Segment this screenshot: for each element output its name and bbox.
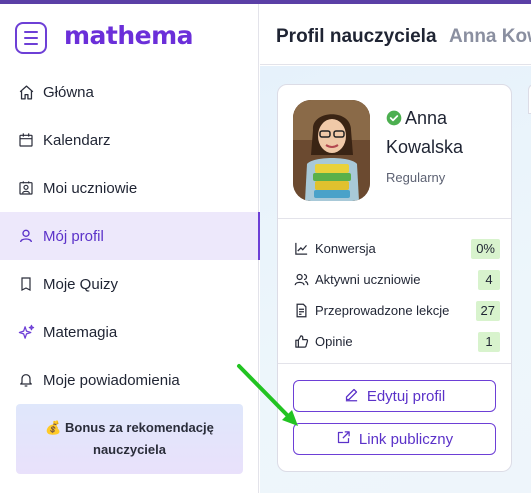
teacher-last-name: Kowalska (386, 137, 464, 157)
divider (278, 363, 511, 364)
sidebar-item-label: Główna (43, 83, 94, 101)
user-icon (17, 227, 35, 245)
sidebar-item-moj-profil[interactable]: Mój profil (0, 212, 260, 260)
page-subtitle: Anna Kowalska (449, 26, 531, 47)
chart-icon (293, 241, 309, 257)
sidebar-item-moje-quizy[interactable]: Moje Quizy (0, 260, 259, 308)
stat-value: 4 (478, 269, 500, 290)
sidebar: mathema Główna Kalendarz Moi uczniowie M… (0, 4, 260, 493)
stat-aktywni-uczniowie: Aktywni uczniowie 4 (293, 264, 500, 295)
stats-list: Konwersja 0% Aktywni uczniowie 4 Przepro… (293, 233, 500, 357)
money-bag-icon: 💰 (45, 420, 62, 435)
sidebar-item-label: Mój profil (43, 227, 104, 245)
edit-profile-label: Edytuj profil (366, 387, 446, 405)
teacher-name: Anna Kowalska (386, 105, 463, 161)
pencil-icon (344, 387, 359, 406)
sidebar-item-label: Matemagia (43, 323, 118, 341)
stat-przeprowadzone-lekcje: Przeprowadzone lekcje 27 (293, 295, 500, 326)
sidebar-nav: Główna Kalendarz Moi uczniowie Mój profi… (0, 68, 260, 404)
external-link-icon (336, 430, 351, 449)
sidebar-item-matemagia[interactable]: Matemagia (0, 308, 259, 356)
app-logo[interactable]: mathema (64, 21, 194, 50)
sidebar-item-glowna[interactable]: Główna (0, 68, 259, 116)
public-link-button[interactable]: Link publiczny (293, 423, 496, 455)
page-header: Profil nauczyciela Anna Kowalska (260, 4, 531, 65)
sidebar-item-moi-uczniowie[interactable]: Moi uczniowie (0, 164, 259, 212)
sidebar-item-label: Moje powiadomienia (43, 371, 180, 389)
stat-label: Konwersja (315, 241, 376, 256)
public-link-label: Link publiczny (358, 430, 454, 448)
sidebar-item-label: Moje Quizy (43, 275, 119, 293)
verified-check-icon (386, 107, 402, 134)
stat-label: Przeprowadzone lekcje (315, 303, 450, 318)
main-content: Anna Kowalska Regularny Konwersja 0% Akt… (260, 66, 531, 493)
page-title: Profil nauczyciela (276, 26, 437, 47)
stat-konwersja: Konwersja 0% (293, 233, 500, 264)
sidebar-item-label: Kalendarz (43, 131, 111, 149)
stat-value: 0% (471, 238, 500, 259)
edit-profile-button[interactable]: Edytuj profil (293, 380, 496, 412)
stat-label: Opinie (315, 334, 353, 349)
sidebar-item-moje-powiadomienia[interactable]: Moje powiadomienia (0, 356, 259, 404)
thumbs-up-icon (293, 334, 309, 350)
home-icon (17, 83, 35, 101)
users-icon (293, 272, 309, 288)
lessons-icon (293, 303, 309, 319)
profile-card: Anna Kowalska Regularny Konwersja 0% Akt… (277, 84, 512, 472)
quiz-icon (17, 275, 35, 293)
stat-label: Aktywni uczniowie (315, 272, 421, 287)
stat-opinie: Opinie 1 (293, 326, 500, 357)
divider (278, 218, 511, 219)
sidebar-item-kalendarz[interactable]: Kalendarz (0, 116, 259, 164)
sidebar-item-label: Moi uczniowie (43, 179, 138, 197)
stat-value: 1 (478, 331, 500, 352)
stat-value: 27 (475, 300, 500, 321)
teacher-level: Regularny (386, 170, 446, 185)
students-icon (17, 179, 35, 197)
menu-toggle-button[interactable] (15, 22, 47, 54)
bonus-label: Bonus za rekomendację nauczyciela (64, 420, 214, 457)
bonus-recommendation-banner[interactable]: 💰 Bonus za rekomendację nauczyciela (16, 404, 243, 474)
bell-icon (17, 371, 35, 389)
teacher-first-name: Anna (405, 108, 448, 128)
calendar-icon (17, 131, 35, 149)
avatar (293, 100, 370, 201)
sparkle-icon (17, 323, 35, 341)
